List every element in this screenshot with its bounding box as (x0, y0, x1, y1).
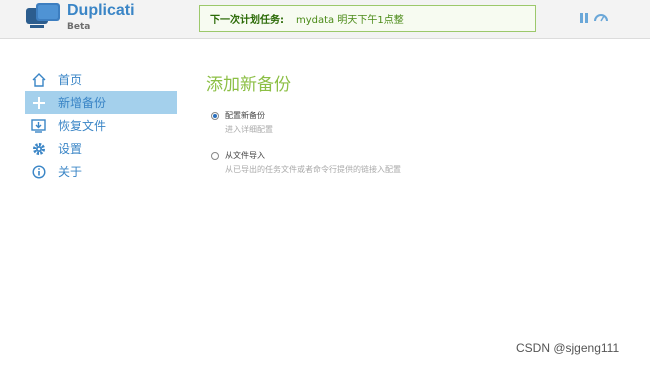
brand: Duplicati Beta (67, 2, 135, 32)
sidebar-item-home[interactable]: 首页 (25, 68, 177, 91)
sidebar-item-about[interactable]: 关于 (25, 160, 177, 183)
sidebar-nav: 首页 新增备份 恢复文件 设置 关于 (25, 68, 177, 183)
sidebar-item-add-backup[interactable]: 新增备份 (25, 91, 177, 114)
brand-subtitle: Beta (67, 22, 91, 32)
radio-configure-new[interactable] (211, 112, 219, 120)
watermark: CSDN @sjgeng111 (516, 341, 620, 355)
schedule-value: mydata 明天下午1点整 (296, 15, 404, 26)
gear-icon (31, 141, 46, 156)
sidebar-item-label: 关于 (58, 165, 83, 179)
sidebar-item-label: 新增备份 (58, 96, 107, 110)
sidebar-item-restore[interactable]: 恢复文件 (25, 114, 177, 137)
page-title: 添加新备份 (206, 75, 291, 94)
pause-icon[interactable] (580, 13, 589, 23)
option-label[interactable]: 从文件导入 (225, 150, 265, 161)
top-header: Duplicati Beta 下一次计划任务: mydata 明天下午1点整 (0, 0, 650, 39)
plus-icon (31, 95, 46, 110)
schedule-label: 下一次计划任务: (210, 15, 284, 26)
sidebar-item-label: 首页 (58, 73, 83, 87)
info-icon (31, 164, 46, 179)
home-icon (31, 72, 46, 87)
sidebar-item-label: 设置 (58, 142, 83, 156)
radio-import-file[interactable] (211, 152, 219, 160)
option-description: 从已导出的任务文件或者命令行提供的链接入配置 (225, 165, 401, 174)
sidebar-item-label: 恢复文件 (58, 119, 107, 133)
sidebar-item-settings[interactable]: 设置 (25, 137, 177, 160)
brand-name: Duplicati (67, 2, 135, 19)
main-content: 添加新备份 配置新备份 进入详细配置 从文件导入 从已导出的任务文件或者命令行提… (206, 74, 401, 174)
next-scheduled-task[interactable]: 下一次计划任务: mydata 明天下午1点整 (199, 5, 536, 32)
option-label[interactable]: 配置新备份 (225, 110, 265, 121)
restore-icon (31, 118, 46, 133)
duplicati-logo-icon[interactable] (26, 3, 62, 35)
option-description: 进入详细配置 (225, 125, 273, 134)
throttle-speed-icon[interactable] (593, 11, 609, 23)
